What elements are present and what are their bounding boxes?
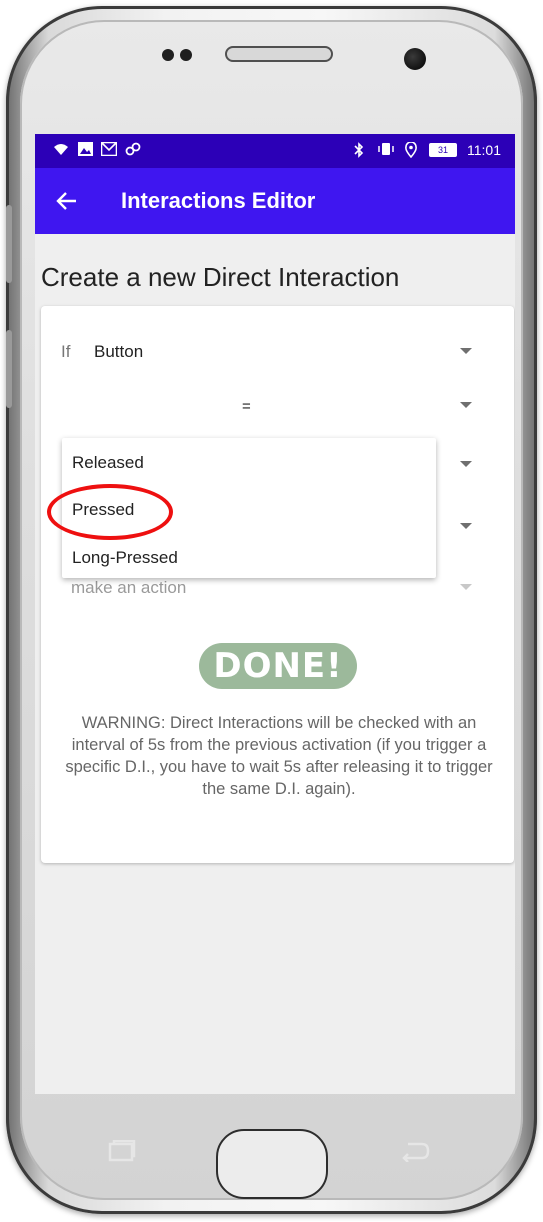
highlight-circle — [47, 484, 173, 540]
warning-text: WARNING: Direct Interactions will be che… — [65, 714, 493, 798]
dropdown-option-released[interactable]: Released — [72, 453, 144, 473]
trigger-value: Button — [94, 342, 144, 361]
link-icon — [125, 142, 141, 158]
operator-select[interactable]: = — [41, 386, 514, 426]
recent-apps-icon[interactable] — [108, 1139, 136, 1168]
done-button[interactable]: DONE! — [199, 643, 357, 689]
chevron-down-icon — [460, 584, 472, 590]
location-icon — [403, 141, 419, 159]
phone-screen: 31 11:01 Interactions Editor Create a ne… — [35, 134, 515, 1094]
bluetooth-icon — [351, 142, 367, 158]
status-bar: 31 11:01 — [35, 134, 515, 168]
sensor-dot — [162, 49, 174, 61]
status-right-icons: 31 11:01 — [351, 141, 501, 159]
image-icon — [77, 142, 93, 158]
sensor-dot — [180, 49, 192, 61]
app-bar-title: Interactions Editor — [121, 188, 316, 213]
back-nav-icon[interactable] — [400, 1140, 430, 1168]
arrow-left-icon[interactable] — [51, 185, 83, 217]
home-button[interactable] — [216, 1129, 328, 1199]
operator-value: = — [242, 398, 251, 415]
earpiece-speaker — [225, 46, 333, 62]
battery-icon: 31 — [429, 143, 457, 157]
status-time: 11:01 — [467, 142, 501, 158]
action-placeholder: make an action — [71, 578, 187, 597]
gmail-icon — [100, 141, 118, 158]
if-label: If — [61, 342, 71, 361]
power-button — [6, 330, 12, 408]
battery-level: 31 — [437, 145, 448, 155]
status-left-icons — [53, 141, 141, 158]
trigger-select[interactable]: If Button — [41, 332, 514, 372]
wifi-icon — [53, 142, 69, 158]
chevron-down-icon — [460, 461, 472, 467]
chevron-down-icon — [460, 523, 472, 529]
page-title: Create a new Direct Interaction — [41, 262, 400, 292]
dropdown-option-long-pressed[interactable]: Long-Pressed — [72, 548, 178, 568]
app-bar: Interactions Editor — [35, 168, 515, 234]
vibrate-icon — [377, 142, 394, 158]
volume-button — [6, 205, 12, 283]
chevron-down-icon — [460, 348, 472, 354]
chevron-down-icon — [460, 402, 472, 408]
interaction-form-card: If Button = make an action DONE! WARNING… — [41, 306, 514, 863]
front-camera — [404, 48, 426, 70]
